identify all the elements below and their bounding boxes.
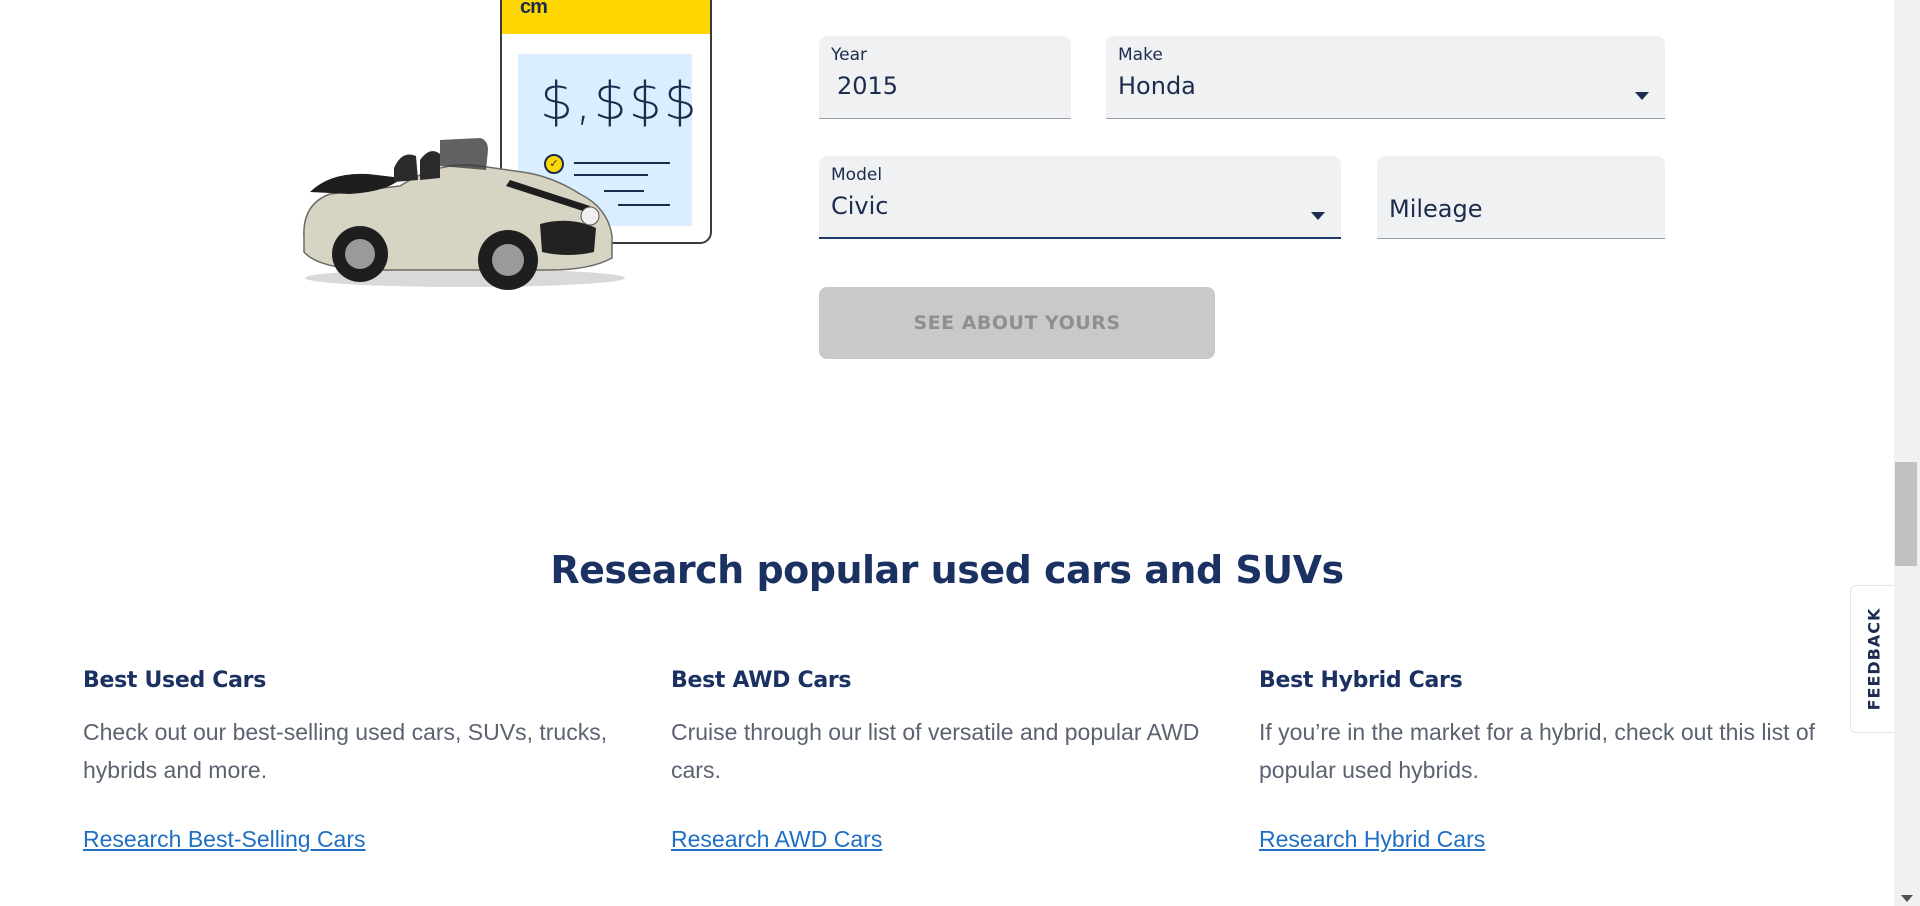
- scroll-down-icon[interactable]: [1901, 895, 1913, 902]
- year-label: Year: [831, 45, 867, 65]
- feedback-tab[interactable]: FEEDBACK: [1850, 585, 1896, 733]
- scrollbar-thumb[interactable]: [1895, 462, 1917, 566]
- model-select[interactable]: Model Civic: [819, 156, 1341, 239]
- research-card-used: Best Used Cars Check out our best-sellin…: [83, 668, 623, 852]
- valuation-illustration: cm $,$$$ ✓: [290, 0, 720, 290]
- research-awd-link[interactable]: Research AWD Cars: [671, 826, 882, 853]
- research-card-awd: Best AWD Cars Cruise through our list of…: [671, 668, 1211, 852]
- research-best-selling-link[interactable]: Research Best-Selling Cars: [83, 826, 366, 853]
- chevron-down-icon: [1635, 92, 1649, 100]
- section-title: Research popular used cars and SUVs: [550, 548, 1344, 592]
- model-label: Model: [831, 165, 883, 185]
- year-field[interactable]: Year 2015: [819, 36, 1071, 119]
- card-heading: Best AWD Cars: [671, 668, 852, 693]
- phone-header: cm: [502, 0, 710, 34]
- year-value: 2015: [837, 72, 899, 100]
- make-value: Honda: [1118, 72, 1196, 100]
- card-description: Check out our best-selling used cars, SU…: [83, 719, 608, 783]
- chevron-down-icon: [1311, 212, 1325, 220]
- logo: cm: [520, 0, 548, 18]
- convertible-car-illustration: [303, 138, 625, 290]
- feedback-label: FEEDBACK: [1864, 607, 1883, 711]
- card-description: If you’re in the market for a hybrid, ch…: [1259, 719, 1816, 783]
- model-value: Civic: [831, 192, 889, 220]
- card-description: Cruise through our list of versatile and…: [671, 719, 1200, 783]
- card-heading: Best Hybrid Cars: [1259, 668, 1463, 693]
- mileage-field[interactable]: Mileage: [1377, 156, 1665, 239]
- make-label: Make: [1118, 45, 1163, 65]
- research-card-hybrid: Best Hybrid Cars If you’re in the market…: [1259, 668, 1819, 852]
- vertical-scrollbar[interactable]: [1894, 0, 1920, 906]
- mileage-placeholder: Mileage: [1389, 195, 1483, 223]
- see-about-yours-button[interactable]: SEE ABOUT YOURS: [819, 287, 1215, 359]
- research-hybrid-link[interactable]: Research Hybrid Cars: [1259, 826, 1485, 853]
- make-select[interactable]: Make Honda: [1106, 36, 1665, 119]
- card-heading: Best Used Cars: [83, 668, 266, 693]
